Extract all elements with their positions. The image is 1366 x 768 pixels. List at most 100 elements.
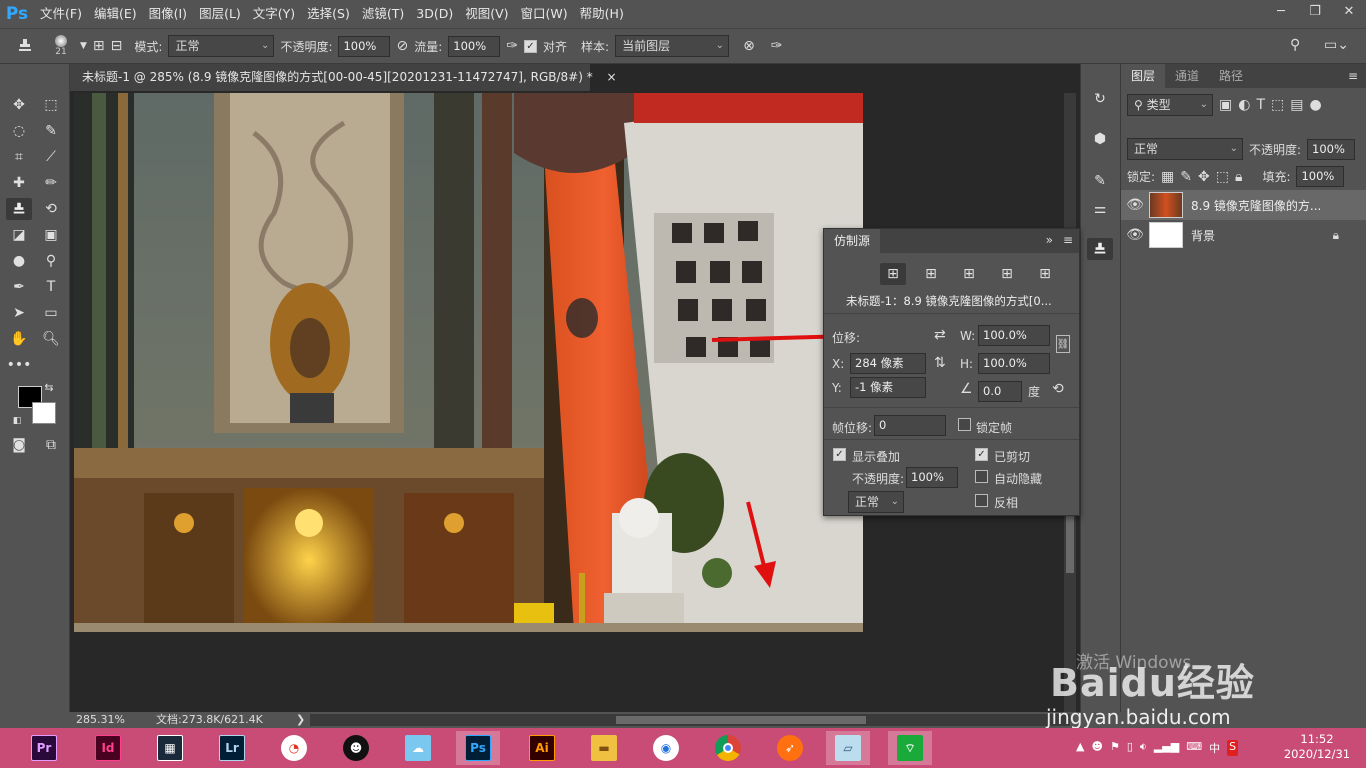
layer-row[interactable]: 👁︎ 背景 🔒︎ (1121, 220, 1366, 250)
pen-tool-icon[interactable]: ✒ (6, 276, 32, 298)
close-window-button[interactable]: ✕ (1332, 0, 1366, 22)
tab-paths[interactable]: 路径 (1209, 64, 1253, 88)
flip-vertical-icon[interactable]: ⇅ (934, 355, 946, 371)
lasso-tool-icon[interactable]: ◌ (6, 120, 32, 142)
dodge-tool-icon[interactable]: ⚲ (38, 250, 64, 272)
brush-tool-icon[interactable]: ✏ (38, 172, 64, 194)
blur-tool-icon[interactable]: ● (6, 250, 32, 272)
layer-filter-select[interactable]: ⚲ 类型 ⌄ (1127, 94, 1213, 116)
sample-select[interactable]: 当前图层 ⌄ (615, 35, 730, 57)
hand-tool-icon[interactable]: ✋ (6, 328, 32, 350)
scrollbar-thumb[interactable] (1066, 513, 1074, 573)
lock-all-icon[interactable]: 🔒︎ (1235, 169, 1242, 185)
frame-offset-input[interactable]: 0 (874, 415, 946, 436)
lock-transparent-icon[interactable]: ▦ (1161, 169, 1174, 185)
opacity-input[interactable]: 100% (338, 35, 391, 57)
overlay-opacity-input[interactable]: 100% (906, 467, 958, 488)
history-brush-tool-icon[interactable]: ⟲ (38, 198, 64, 220)
lock-position-icon[interactable]: ✥ (1198, 169, 1210, 185)
taskbar-app14[interactable]: ▱ (826, 731, 870, 765)
y-offset-input[interactable]: -1 像素 (850, 377, 926, 398)
menu-image[interactable]: 图像(I) (143, 0, 193, 28)
fill-input[interactable]: 100% (1296, 166, 1345, 187)
gradient-tool-icon[interactable]: ▣ (38, 224, 64, 246)
menu-select[interactable]: 选择(S) (301, 0, 356, 28)
clone-source-2-icon[interactable]: ⊞ (918, 263, 944, 285)
taskbar-app5[interactable]: ◔ (276, 731, 312, 765)
flip-horizontal-icon[interactable]: ⇄ (934, 327, 946, 343)
brush-panel-icon[interactable]: ✎ (1087, 170, 1113, 192)
crop-tool-icon[interactable]: ⌗ (6, 146, 32, 168)
clone-source-panel-icon[interactable] (1087, 238, 1113, 260)
move-tool-icon[interactable]: ✥ (6, 94, 32, 116)
angle-input[interactable]: 0.0 (978, 381, 1022, 402)
layer-row[interactable]: 👁︎ 8.9 镜像克隆图像的方... (1121, 190, 1366, 220)
clone-stamp-tool-icon[interactable] (8, 37, 42, 55)
clone-stamp-tool-icon[interactable] (6, 198, 32, 220)
menu-layer[interactable]: 图层(L) (193, 0, 247, 28)
default-colors-icon[interactable]: ◧ (10, 414, 24, 428)
filter-adjustment-icon[interactable]: ◐ (1238, 97, 1250, 113)
eye-icon[interactable]: 👁︎ (1121, 197, 1149, 213)
tray-flag-icon[interactable]: ⚑ (1110, 740, 1120, 756)
align-checkbox[interactable]: ✓ (524, 39, 537, 53)
overlay-blend-select[interactable]: 正常 ⌄ (848, 491, 904, 513)
link-icon[interactable]: ⛓︎ (1056, 335, 1070, 353)
tray-expand-icon[interactable]: ▲ (1076, 740, 1084, 756)
adjustments-panel-icon[interactable]: ⚌ (1087, 198, 1113, 220)
filter-smart-icon[interactable]: ▤ (1290, 97, 1303, 113)
lock-frame-checkbox[interactable] (958, 418, 971, 431)
taskbar-app15[interactable]: ⌔ (888, 731, 932, 765)
screen-mode-icon[interactable]: ⧉ (38, 434, 64, 456)
mode-select[interactable]: 正常 ⌄ (168, 35, 275, 57)
tray-keyboard-icon[interactable]: ⌨ (1186, 740, 1202, 756)
tray-battery-icon[interactable]: ▯ (1127, 740, 1133, 756)
more-tools-icon[interactable]: ••• (6, 354, 32, 376)
3d-panel-icon[interactable]: ⬢ (1087, 128, 1113, 150)
layer-blend-select[interactable]: 正常 ⌄ (1127, 138, 1243, 160)
document-tab[interactable]: 未标题-1 @ 285% (8.9 镜像克隆图像的方式[00-00-45][20… (70, 64, 617, 91)
auto-hide-checkbox[interactable] (975, 470, 988, 483)
ignore-adjustment-icon[interactable]: ⊗ (743, 38, 755, 54)
menu-type[interactable]: 文字(Y) (247, 0, 301, 28)
panel-menu-icon[interactable]: ≡ (1340, 64, 1366, 88)
airbrush-icon[interactable]: ✑ (506, 38, 518, 54)
quick-mask-icon[interactable]: ◙ (6, 434, 32, 456)
clock[interactable]: 11:52 2020/12/31 (1282, 732, 1352, 762)
minimize-button[interactable]: ─ (1264, 0, 1298, 22)
menu-help[interactable]: 帮助(H) (574, 0, 630, 28)
taskbar-indesign[interactable]: Id (90, 731, 126, 765)
layer-opacity-input[interactable]: 100% (1307, 138, 1356, 160)
zoom-level[interactable]: 285.31% (76, 712, 125, 728)
taskbar-explorer[interactable]: ▬ (586, 731, 622, 765)
type-tool-icon[interactable]: T (38, 276, 64, 298)
search-icon[interactable]: ⚲ (1290, 37, 1300, 53)
taskbar-qq[interactable]: ☻ (338, 731, 374, 765)
panel-menu-icon[interactable]: ≡ (1063, 233, 1073, 247)
marquee-tool-icon[interactable]: ⬚ (38, 94, 64, 116)
filter-type-icon[interactable]: T (1256, 97, 1265, 113)
restore-button[interactable]: ❐ (1298, 0, 1332, 22)
taskbar-photoshop[interactable]: Ps (456, 731, 500, 765)
brush-settings-icon[interactable]: ⊞ (93, 38, 105, 54)
taskbar-app11[interactable]: ◉ (648, 731, 684, 765)
taskbar-video[interactable]: ▦ (152, 731, 188, 765)
invert-checkbox[interactable] (975, 494, 988, 507)
clone-source-3-icon[interactable]: ⊞ (956, 263, 982, 285)
reset-transform-icon[interactable]: ⟲ (1052, 381, 1064, 397)
filter-pixel-icon[interactable]: ▣ (1219, 97, 1232, 113)
zoom-tool-icon[interactable]: 🔍︎ (38, 328, 64, 350)
width-scale-input[interactable]: 100.0% (978, 325, 1050, 346)
clone-source-1-icon[interactable]: ⊞ (880, 263, 906, 285)
taskbar-illustrator[interactable]: Ai (524, 731, 560, 765)
history-panel-icon[interactable]: ↻ (1087, 88, 1113, 110)
path-select-tool-icon[interactable]: ➤ (6, 302, 32, 324)
filter-toggle-icon[interactable]: ● (1309, 97, 1321, 113)
lock-pixels-icon[interactable]: ✎ (1180, 169, 1192, 185)
tab-layers[interactable]: 图层 (1121, 64, 1166, 88)
taskbar-premiere[interactable]: Pr (26, 731, 62, 765)
tray-qq-icon[interactable]: ☻ (1091, 740, 1102, 756)
filter-shape-icon[interactable]: ⬚ (1271, 97, 1284, 113)
tab-channels[interactable]: 通道 (1165, 64, 1209, 88)
clone-source-4-icon[interactable]: ⊞ (994, 263, 1020, 285)
